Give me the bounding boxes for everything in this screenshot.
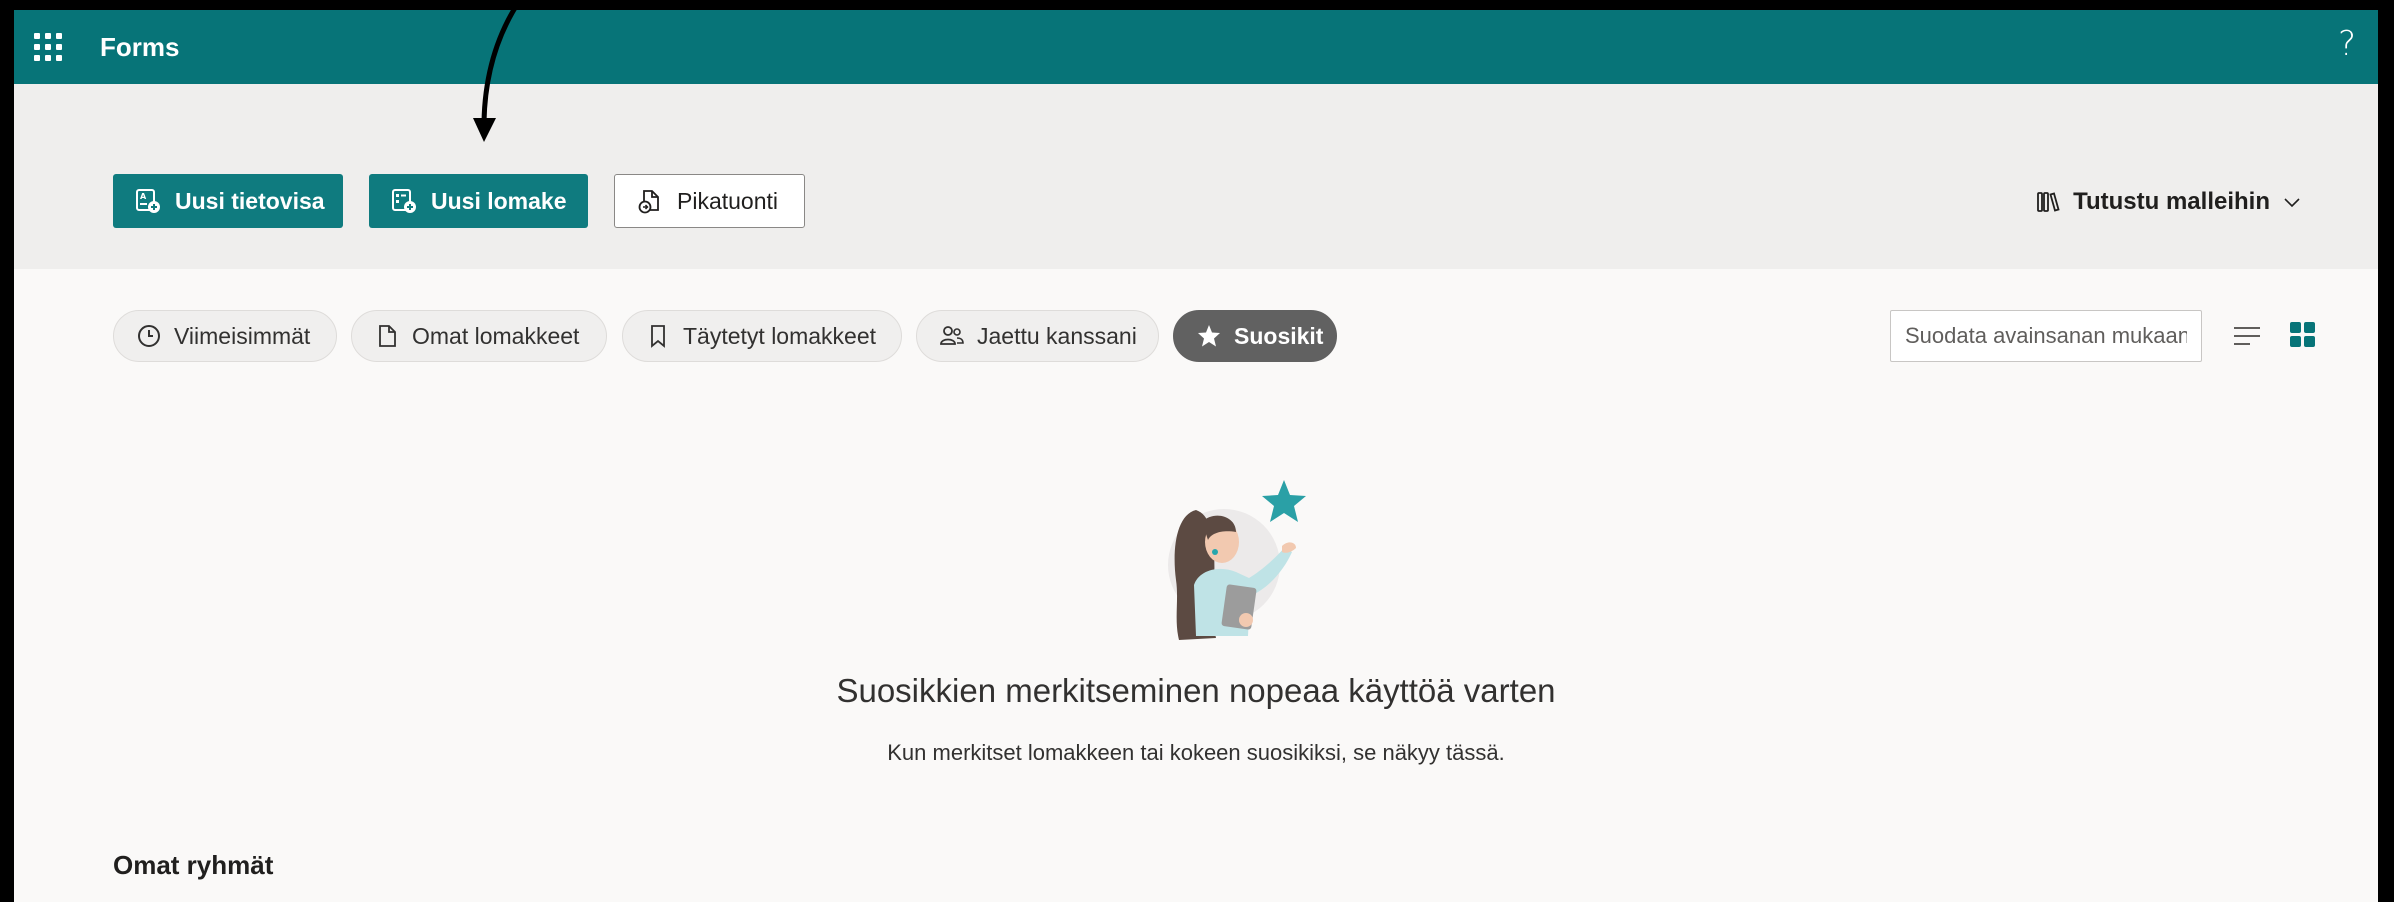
- library-icon: [2035, 188, 2063, 216]
- svg-text:A: A: [140, 192, 147, 201]
- new-quiz-button[interactable]: A Uusi tietovisa: [113, 174, 343, 228]
- pivot-my-forms[interactable]: Omat lomakkeet: [351, 310, 607, 362]
- pivot-favorites[interactable]: Suosikit: [1173, 310, 1337, 362]
- document-icon: [374, 323, 400, 349]
- chevron-down-icon: [2282, 192, 2302, 212]
- pivot-filled-forms[interactable]: Täytetyt lomakkeet: [622, 310, 902, 362]
- new-form-icon: [391, 188, 417, 214]
- new-quiz-icon: A: [135, 188, 161, 214]
- import-icon: [637, 188, 663, 214]
- explore-templates-button[interactable]: Tutustu malleihin: [2035, 188, 2302, 216]
- filter-search-input[interactable]: [1890, 310, 2202, 362]
- explore-templates-label: Tutustu malleihin: [2073, 188, 2270, 215]
- star-icon: [1196, 323, 1222, 349]
- quick-import-button[interactable]: Pikatuonti: [614, 174, 805, 228]
- pivot-shared-with-me[interactable]: Jaettu kanssani: [916, 310, 1159, 362]
- my-groups-heading: Omat ryhmät: [113, 850, 274, 880]
- empty-state-subtitle: Kun merkitset lomakkeen tai kokeen suosi…: [887, 740, 1505, 765]
- pivot-recent-label: Viimeisimmät: [174, 322, 311, 349]
- new-form-label: Uusi lomake: [431, 187, 567, 214]
- grid-view-icon[interactable]: [2288, 320, 2318, 350]
- help-icon[interactable]: ?: [2338, 24, 2356, 64]
- pivot-filled-forms-label: Täytetyt lomakkeet: [683, 322, 877, 349]
- pivot-shared-label: Jaettu kanssani: [977, 322, 1137, 349]
- app-title[interactable]: Forms: [100, 32, 179, 63]
- list-view-icon[interactable]: [2232, 321, 2262, 351]
- people-icon: [939, 323, 965, 349]
- favorites-illustration: [1124, 460, 1324, 650]
- bookmark-icon: [645, 323, 671, 349]
- forms-window: Forms ? A Uusi tietovisa Uusi lomake Pik…: [14, 10, 2378, 902]
- clock-icon: [136, 323, 162, 349]
- pivot-my-forms-label: Omat lomakkeet: [412, 322, 580, 349]
- new-quiz-label: Uusi tietovisa: [175, 187, 325, 214]
- empty-state-title: Suosikkien merkitseminen nopeaa käyttöä …: [836, 672, 1556, 709]
- pivot-favorites-label: Suosikit: [1234, 322, 1324, 349]
- app-launcher-icon[interactable]: [34, 33, 62, 61]
- new-form-button[interactable]: Uusi lomake: [369, 174, 588, 228]
- pivot-recent[interactable]: Viimeisimmät: [113, 310, 337, 362]
- top-bar: Forms ?: [14, 10, 2378, 84]
- quick-import-label: Pikatuonti: [677, 187, 779, 214]
- command-band: A Uusi tietovisa Uusi lomake Pikatuonti …: [14, 84, 2378, 269]
- annotation-arrow-icon: [473, 0, 523, 142]
